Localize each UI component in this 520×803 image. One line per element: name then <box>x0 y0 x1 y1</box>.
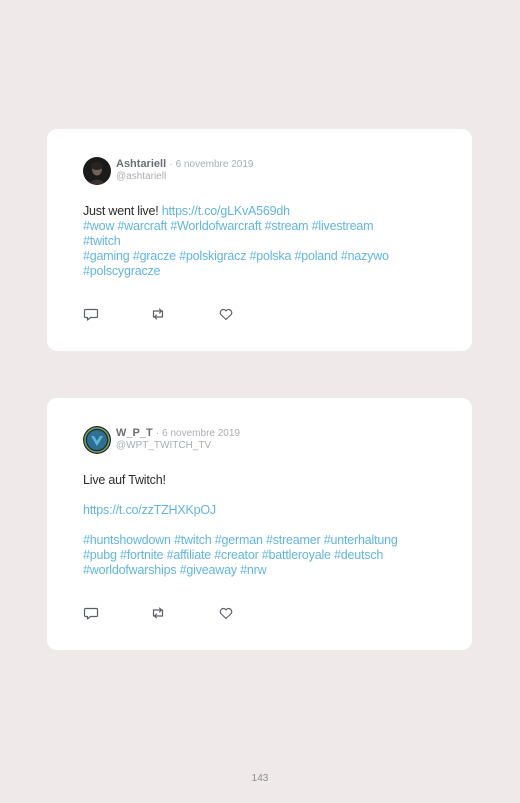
reply-icon[interactable] <box>83 306 99 322</box>
page-number: 143 <box>251 773 269 784</box>
tweet-date[interactable]: 6 novembre 2019 <box>176 159 254 170</box>
avatar[interactable] <box>83 157 111 185</box>
hashtag-line[interactable]: #polscygracze <box>83 264 433 279</box>
author-handle[interactable]: @WPT_TWITCH_TV <box>116 440 211 452</box>
tweet-actions <box>83 605 243 621</box>
hashtag-line[interactable]: #gaming #gracze #polskigracz #polska #po… <box>83 249 433 264</box>
hashtag-line[interactable]: #worldofwarships #giveaway #nrw <box>83 563 443 578</box>
tweet-actions <box>83 306 243 322</box>
reply-icon[interactable] <box>83 605 99 621</box>
hashtag-line[interactable]: #twitch <box>83 234 433 249</box>
tweet-link[interactable]: https://t.co/zzTZHXKpOJ <box>83 503 443 518</box>
tweet-card: W_P_T · 6 novembre 2019 @WPT_TWITCH_TV L… <box>47 398 472 650</box>
author-handle[interactable]: @ashtariell <box>116 171 166 183</box>
author-line: W_P_T · 6 novembre 2019 <box>116 427 240 440</box>
tweet-card: Ashtariell · 6 novembre 2019 @ashtariell… <box>47 129 472 351</box>
tweet-text: Live auf Twitch! https://t.co/zzTZHXKpOJ… <box>83 473 443 578</box>
author-name[interactable]: Ashtariell <box>116 158 166 170</box>
author-line: Ashtariell · 6 novembre 2019 <box>116 158 253 171</box>
tweet-text-plain: Just went live! <box>83 204 162 218</box>
retweet-icon[interactable] <box>150 605 166 621</box>
tweet-text-plain: Live auf Twitch! <box>83 473 166 487</box>
tweet-date[interactable]: 6 novembre 2019 <box>162 428 240 439</box>
author-name[interactable]: W_P_T <box>116 427 153 439</box>
retweet-icon[interactable] <box>150 306 166 322</box>
tweet-line: Just went live! https://t.co/gLKvA569dh <box>83 204 433 219</box>
heart-icon[interactable] <box>218 306 234 322</box>
tweet-link[interactable]: https://t.co/gLKvA569dh <box>162 204 290 218</box>
hashtag-line[interactable]: #huntshowdown #twitch #german #streamer … <box>83 533 443 548</box>
separator: · <box>169 159 173 170</box>
hashtag-line[interactable]: #pubg #fortnite #affiliate #creator #bat… <box>83 548 443 563</box>
heart-icon[interactable] <box>218 605 234 621</box>
hashtag-line[interactable]: #wow #warcraft #Worldofwarcraft #stream … <box>83 219 433 234</box>
separator: · <box>155 428 160 439</box>
tweet-text: Just went live! https://t.co/gLKvA569dh … <box>83 204 433 279</box>
avatar[interactable] <box>83 426 111 454</box>
